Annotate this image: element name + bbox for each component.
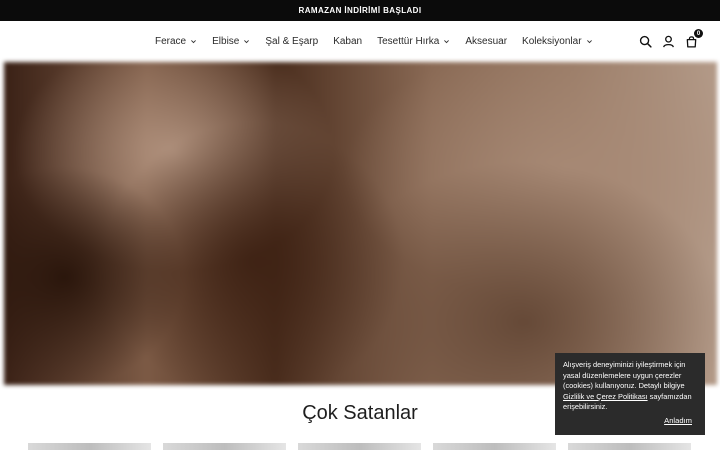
chevron-down-icon [244, 39, 250, 43]
product-card[interactable] [163, 443, 286, 450]
main-nav: Ferace Elbise Şal & Eşarp Kaban Tesettür… [155, 21, 593, 61]
nav-label: Tesettür Hırka [377, 35, 440, 47]
nav-item-ferace[interactable]: Ferace [155, 36, 197, 47]
account-button[interactable] [661, 34, 675, 48]
announcement-bar: RAMAZAN İNDİRİMİ BAŞLADI [0, 0, 720, 21]
nav-item-tesettur-hirka[interactable]: Tesettür Hırka [377, 36, 450, 47]
product-card[interactable] [568, 443, 691, 450]
product-card[interactable] [433, 443, 556, 450]
search-icon [639, 35, 652, 48]
nav-label: Kaban [333, 35, 363, 47]
accept-cookies-button[interactable]: Anladım [664, 416, 692, 427]
nav-item-elbise[interactable]: Elbise [212, 36, 250, 47]
cart-button[interactable]: 0 [684, 29, 703, 48]
nav-item-sal-esarp[interactable]: Şal & Eşarp [265, 36, 318, 47]
announcement-text: RAMAZAN İNDİRİMİ BAŞLADI [298, 6, 422, 15]
cookie-banner: Alışveriş deneyiminizi iyileştirmek için… [555, 353, 705, 435]
chevron-down-icon [444, 39, 450, 43]
cookie-text: Alışveriş deneyiminizi iyileştirmek için… [563, 360, 686, 390]
nav-item-aksesuar[interactable]: Aksesuar [465, 36, 507, 47]
nav-label: Elbise [212, 35, 240, 47]
nav-label: Ferace [155, 35, 187, 47]
hero-banner[interactable] [4, 62, 717, 385]
product-card[interactable] [28, 443, 151, 450]
header-icons: 0 [638, 21, 703, 61]
privacy-policy-link[interactable]: Gizlilik ve Çerez Politikası [563, 392, 648, 401]
nav-item-koleksiyonlar[interactable]: Koleksiyonlar [522, 36, 592, 47]
user-icon [662, 35, 674, 47]
nav-label: Koleksiyonlar [522, 35, 582, 47]
site-header: Ferace Elbise Şal & Eşarp Kaban Tesettür… [0, 21, 720, 61]
search-button[interactable] [638, 34, 652, 48]
product-row [28, 443, 691, 450]
chevron-down-icon [191, 39, 197, 43]
nav-label: Şal & Eşarp [265, 35, 319, 47]
nav-label: Aksesuar [465, 35, 508, 47]
product-card[interactable] [298, 443, 421, 450]
chevron-down-icon [586, 39, 592, 43]
cart-count-badge: 0 [694, 29, 703, 38]
nav-item-kaban[interactable]: Kaban [333, 36, 362, 47]
